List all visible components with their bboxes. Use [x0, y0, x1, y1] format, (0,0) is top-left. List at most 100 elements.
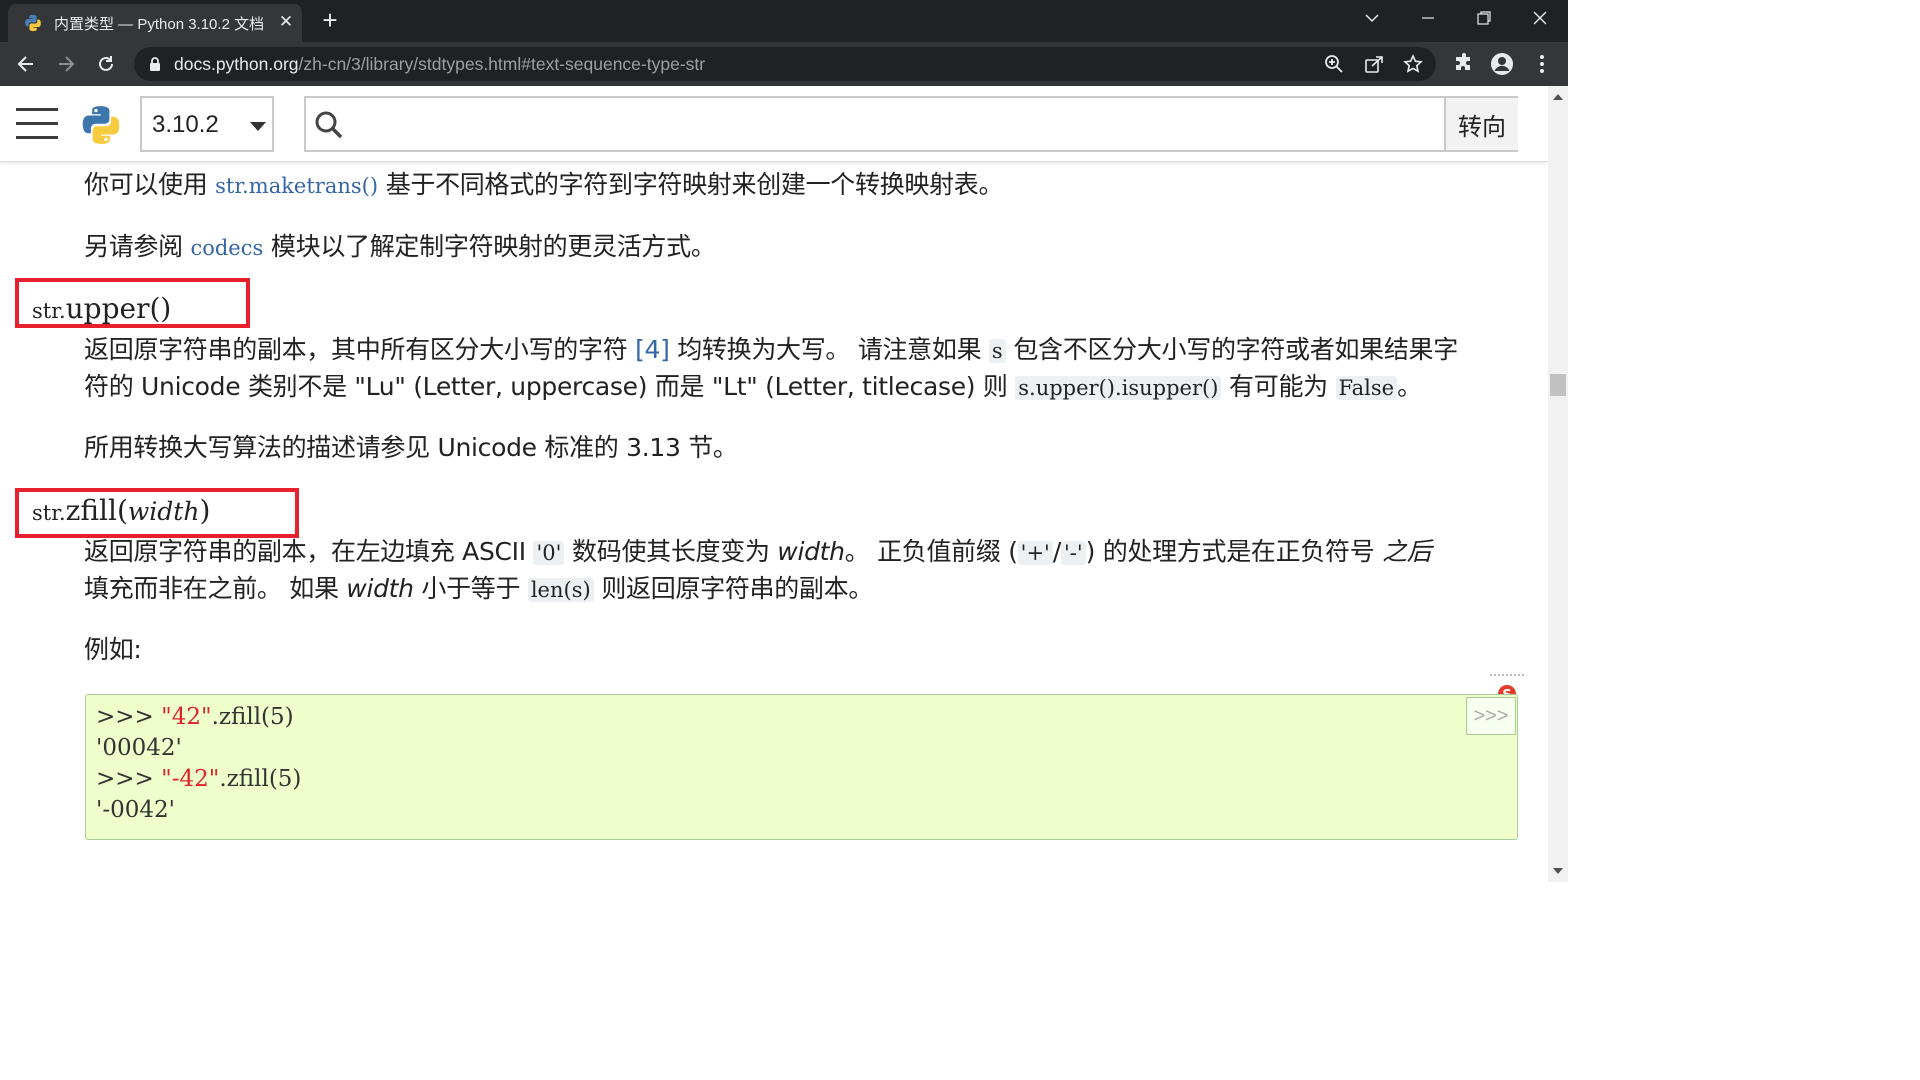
menu-bar	[16, 108, 58, 111]
scroll-up-arrow-icon[interactable]	[1553, 94, 1563, 100]
sig-paren-open: (	[116, 494, 128, 527]
emphasis: width	[777, 537, 845, 566]
url-host: docs.python.org	[174, 54, 299, 74]
sig-parens: ()	[149, 292, 172, 325]
sig-name: zfill	[65, 494, 117, 527]
text: 。	[1397, 372, 1422, 401]
text: 返回原字符串的副本，在左边填充 ASCII	[84, 537, 534, 566]
version-value: 3.10.2	[152, 111, 219, 138]
text: 基于不同格式的字符到字符映射来创建一个转换映射表。	[378, 170, 1004, 199]
inline-code: '0'	[533, 541, 565, 565]
string-literal: "42"	[161, 704, 212, 730]
inline-code: s.upper().isupper()	[1015, 376, 1222, 400]
hamburger-menu-icon[interactable]	[16, 106, 58, 142]
restore-icon	[1477, 11, 1491, 25]
tab-search-button[interactable]	[1344, 0, 1400, 36]
toggle-prompt-button[interactable]: >>>	[1466, 697, 1516, 735]
code-line: >>> "42".zfill(5)	[96, 704, 294, 730]
url-text[interactable]: docs.python.org/zh-cn/3/library/stdtypes…	[174, 54, 705, 75]
inline-code: len(s)	[527, 578, 594, 602]
text: 另请参阅	[84, 232, 191, 261]
restore-button[interactable]	[1456, 0, 1512, 36]
search-go-button[interactable]: 转向	[1444, 98, 1518, 150]
zfill-description-line-2: 填充而非在之前。 如果 width 小于等于 len(s) 则返回原字符串的副本…	[84, 571, 873, 608]
sig-param: width	[127, 497, 200, 526]
text: 返回原字符串的副本，其中所有区分大小写的字符	[84, 335, 636, 364]
search-input[interactable]	[356, 100, 1436, 148]
text: 。 正负值前缀 (	[844, 537, 1018, 566]
more-vertical-icon[interactable]	[1530, 52, 1554, 76]
back-button[interactable]	[12, 50, 40, 78]
paragraph-maketrans: 你可以使用 str.maketrans() 基于不同格式的字符到字符映射来创建一…	[84, 167, 1004, 204]
inline-code: s	[988, 339, 1006, 363]
scrollbar-thumb[interactable]	[1550, 374, 1566, 396]
zfill-description-line-1: 返回原字符串的副本，在左边填充 ASCII '0' 数码使其长度变为 width…	[84, 534, 1432, 571]
arrow-right-icon	[59, 56, 75, 72]
browser-tab-bar: 内置类型 — Python 3.10.2 文档 ✕ +	[0, 0, 1568, 42]
text: 你可以使用	[84, 170, 216, 199]
menu-bar	[16, 136, 58, 139]
string-literal: "-42"	[161, 766, 220, 792]
text: 则返回原字符串的副本。	[593, 574, 874, 603]
sig-paren-close: )	[199, 494, 211, 527]
text: 符的 Unicode 类别不是 "Lu" (Letter, uppercase)…	[84, 372, 1016, 401]
docs-search-box: 转向	[304, 96, 1518, 152]
code-rest: .zfill(5)	[211, 704, 294, 730]
maketrans-link[interactable]: str.maketrans()	[215, 174, 378, 198]
chevron-down-icon	[1365, 14, 1379, 23]
sig-name: upper	[65, 292, 150, 325]
browser-toolbar: docs.python.org/zh-cn/3/library/stdtypes…	[0, 42, 1568, 86]
url-path: /zh-cn/3/library/stdtypes.html#text-sequ…	[298, 54, 706, 74]
minimize-button[interactable]	[1400, 0, 1456, 36]
text: 模块以了解定制字符映射的更灵活方式。	[263, 232, 716, 261]
footnote-link[interactable]: [4]	[635, 335, 670, 364]
method-signature-upper: str.upper()	[32, 292, 171, 325]
prompt: >>>	[96, 766, 162, 792]
star-bookmark-icon[interactable]	[1403, 54, 1423, 74]
code-output: '00042'	[96, 735, 182, 761]
text: 填充而非在之前。 如果	[84, 574, 347, 603]
text: 有可能为	[1221, 372, 1336, 401]
version-select[interactable]: 3.10.2	[140, 96, 274, 152]
page-scrollbar[interactable]	[1548, 86, 1568, 882]
share-icon[interactable]	[1364, 54, 1384, 74]
upper-description-line-1: 返回原字符串的副本，其中所有区分大小写的字符 [4] 均转换为大写。 请注意如果…	[84, 332, 1458, 369]
lock-icon[interactable]	[148, 56, 162, 72]
text: /	[1052, 537, 1061, 566]
method-signature-zfill: str.zfill(width)	[32, 494, 210, 527]
code-rest: .zfill(5)	[219, 766, 302, 792]
reload-icon	[99, 56, 113, 71]
sig-prefix: str.	[32, 501, 66, 525]
arrow-left-icon	[17, 56, 33, 72]
python-favicon-icon	[25, 14, 41, 32]
codecs-link[interactable]: codecs	[190, 236, 263, 260]
upper-description-line-2: 符的 Unicode 类别不是 "Lu" (Letter, uppercase)…	[84, 369, 1422, 406]
paragraph-codecs: 另请参阅 codecs 模块以了解定制字符映射的更灵活方式。	[84, 229, 716, 266]
python-logo-icon[interactable]	[80, 104, 122, 146]
text: ) 的处理方式是在正负符号	[1085, 537, 1383, 566]
text: 小于等于	[413, 574, 528, 603]
emphasis: 之后	[1382, 537, 1432, 566]
text: 均转换为大写。 请注意如果	[669, 335, 989, 364]
docs-content: 你可以使用 str.maketrans() 基于不同格式的字符到字符映射来创建一…	[0, 162, 1548, 882]
zoom-icon[interactable]	[1324, 54, 1344, 74]
close-window-button[interactable]	[1512, 0, 1568, 36]
browser-tab[interactable]: 内置类型 — Python 3.10.2 文档 ✕	[8, 4, 302, 42]
tab-close-button[interactable]: ✕	[276, 12, 296, 32]
text: 包含不区分大小写的字符或者如果结果字	[1005, 335, 1458, 364]
reload-button[interactable]	[92, 50, 120, 78]
forward-button[interactable]	[52, 50, 80, 78]
code-example-block: >>> >>> "42".zfill(5) '00042' >>> "-42".…	[85, 694, 1518, 840]
address-bar[interactable]: docs.python.org/zh-cn/3/library/stdtypes…	[134, 47, 1436, 81]
code-line: >>> "-42".zfill(5)	[96, 766, 301, 792]
menu-bar	[16, 122, 58, 125]
scroll-down-arrow-icon[interactable]	[1553, 868, 1563, 874]
prompt: >>>	[96, 704, 162, 730]
profile-avatar-icon[interactable]	[1490, 52, 1514, 76]
caret-down-icon	[250, 122, 266, 131]
extensions-puzzle-icon[interactable]	[1452, 52, 1476, 76]
new-tab-button[interactable]: +	[316, 7, 344, 35]
example-label: 例如:	[84, 635, 142, 664]
sig-prefix: str.	[32, 299, 66, 323]
emphasis: width	[346, 574, 414, 603]
